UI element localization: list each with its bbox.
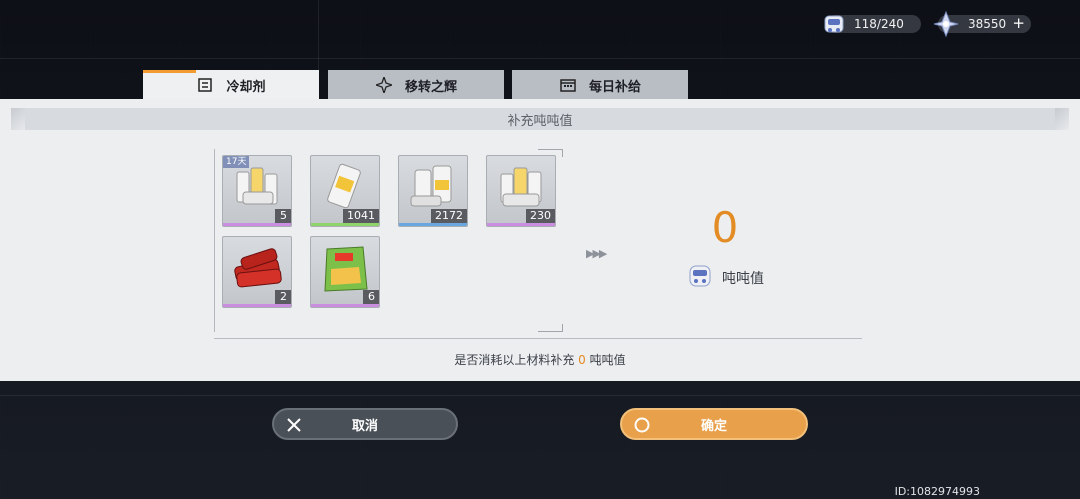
item-chips-bag[interactable]: 6 — [310, 236, 380, 308]
item-count: 5 — [275, 209, 291, 223]
item-count: 1041 — [343, 209, 379, 223]
list-icon — [196, 76, 214, 94]
crystal-icon — [933, 10, 959, 38]
energy-drink-icon — [689, 265, 711, 287]
user-id: ID:1082974993 — [894, 485, 980, 498]
close-icon — [287, 418, 301, 432]
coolant-bundle-icon — [236, 167, 278, 205]
coolant-pack-icon — [500, 167, 542, 207]
coolant-can-icon — [327, 163, 361, 209]
circle-icon — [634, 417, 650, 433]
coolant-panel: 补充吨吨值 17天 5 1041 2172 230 2 6 ▶▶▶ 0 吨吨值 … — [0, 99, 1080, 381]
rarity-bar — [399, 223, 467, 226]
confirm-prefix: 是否消耗以上材料补充 — [454, 353, 579, 367]
rarity-bar — [311, 223, 379, 226]
item-coolant-small[interactable]: 1041 — [310, 155, 380, 227]
tab-transfer-glow[interactable]: 移转之辉 — [328, 70, 504, 100]
confirm-amount: 0 — [578, 353, 586, 367]
bg-line — [0, 58, 1080, 59]
bg-line — [318, 0, 319, 70]
cancel-button[interactable]: 取消 — [272, 408, 458, 440]
item-count: 230 — [526, 209, 555, 223]
confirm-button[interactable]: 确定 — [620, 408, 808, 440]
rarity-bar — [311, 304, 379, 307]
coolant-pair-icon — [410, 165, 452, 207]
energy-drink-icon — [824, 15, 844, 33]
tab-coolant-label: 冷却剂 — [226, 79, 266, 95]
crystal-counter[interactable]: 38550 + — [933, 10, 1031, 38]
item-coolant-medium[interactable]: 2172 — [398, 155, 468, 227]
item-red-sausages[interactable]: 2 — [222, 236, 292, 308]
rarity-bar — [487, 223, 555, 226]
item-count: 6 — [363, 290, 379, 304]
panel-title: 补充吨吨值 — [11, 108, 1069, 130]
energy-counter[interactable]: 118/240 — [824, 15, 921, 33]
rarity-bar — [223, 223, 291, 226]
item-coolant-large[interactable]: 230 — [486, 155, 556, 227]
divider — [214, 338, 862, 339]
result-value: 0 — [711, 203, 739, 252]
energy-value: 118/240 — [854, 17, 904, 31]
bg-line — [0, 395, 1080, 396]
tab-transfer-glow-label: 移转之辉 — [404, 79, 457, 95]
rarity-bar — [223, 304, 291, 307]
cancel-label: 取消 — [351, 418, 378, 434]
item-coolant-bundle-timed[interactable]: 17天 5 — [222, 155, 292, 227]
tab-coolant[interactable]: 冷却剂 — [143, 70, 319, 100]
confirm-label: 确定 — [700, 418, 727, 434]
confirm-message: 是否消耗以上材料补充 0 吨吨值 — [0, 351, 1080, 368]
calendar-icon — [559, 76, 577, 94]
tab-daily-supply[interactable]: 每日补给 — [512, 70, 688, 100]
item-count: 2 — [275, 290, 291, 304]
confirm-suffix: 吨吨值 — [585, 353, 626, 367]
add-crystal-button[interactable]: + — [1012, 14, 1025, 32]
frame-corner — [538, 324, 563, 332]
crystal-value: 38550 — [968, 17, 1007, 31]
timer-badge: 17天 — [223, 156, 250, 168]
chips-bag-icon — [324, 246, 368, 292]
sausage-pack-icon — [234, 248, 282, 288]
star-icon — [375, 76, 393, 94]
tab-daily-supply-label: 每日补给 — [588, 79, 641, 95]
result-label: 吨吨值 — [722, 271, 764, 287]
convert-arrows-icon: ▶▶▶ — [586, 247, 607, 260]
item-count: 2172 — [431, 209, 467, 223]
